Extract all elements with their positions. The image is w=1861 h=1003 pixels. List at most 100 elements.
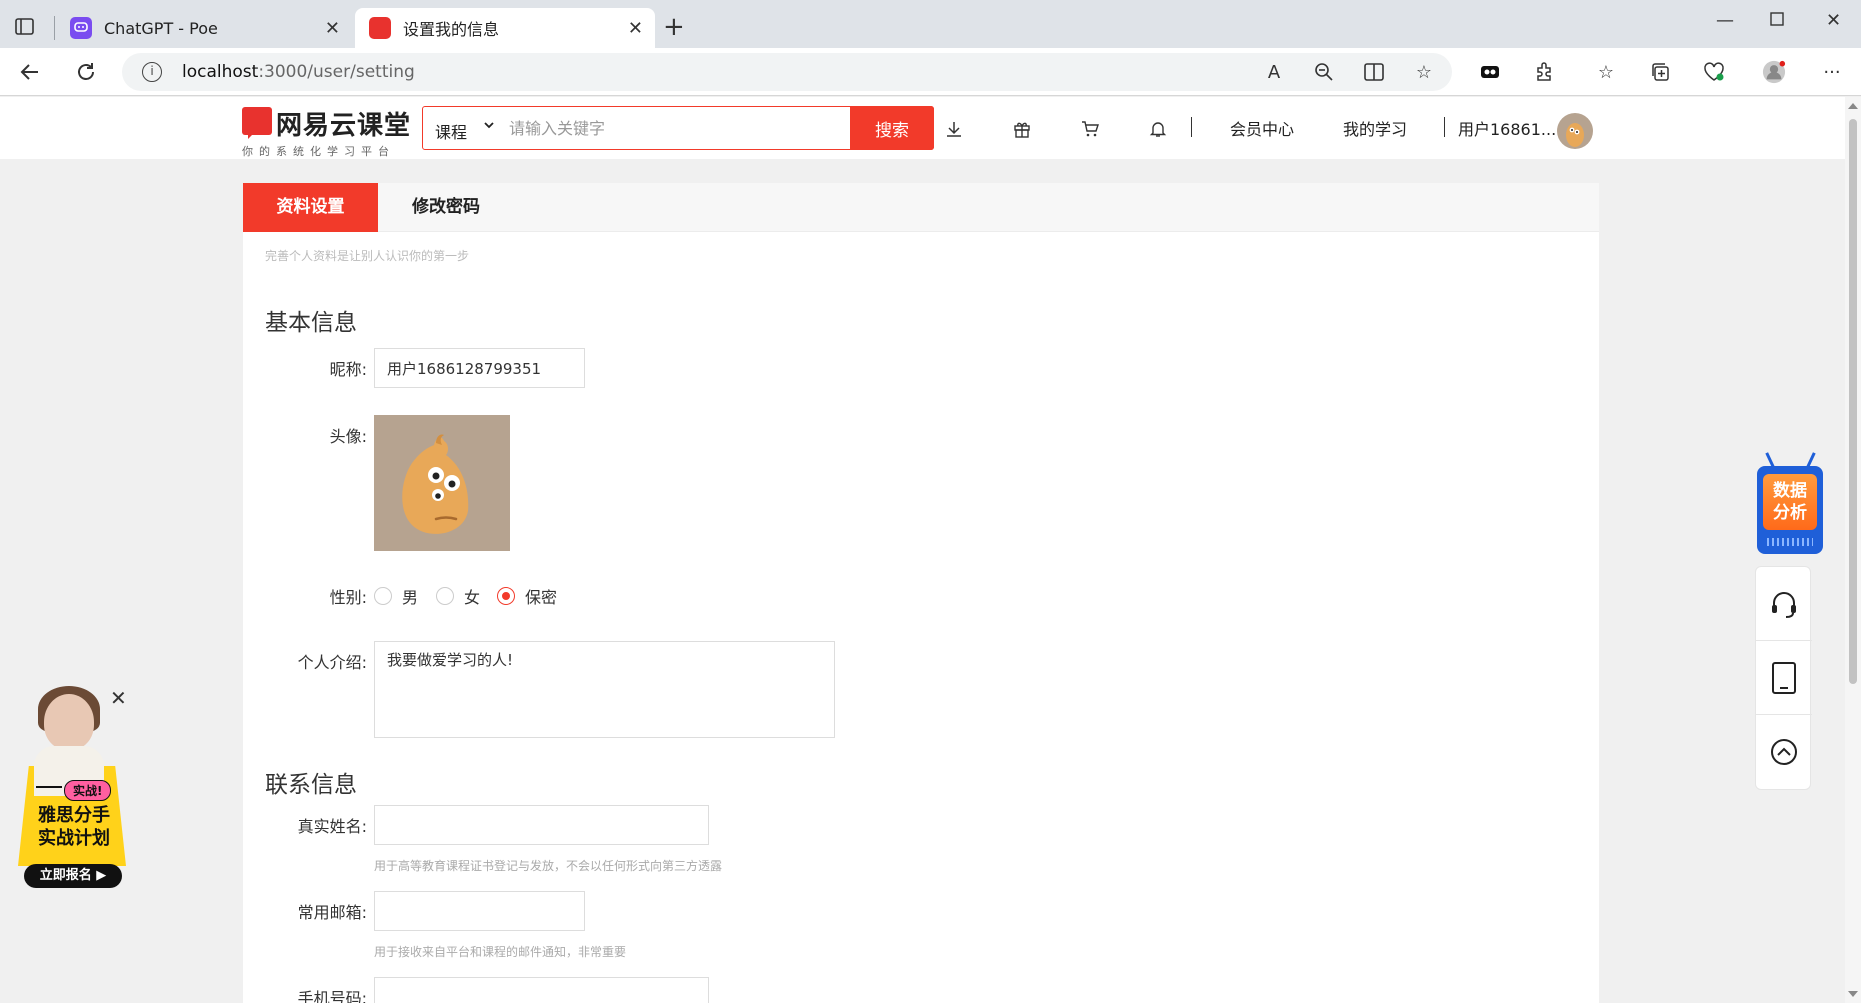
headset-icon bbox=[1772, 591, 1796, 618]
cart-icon[interactable] bbox=[1078, 117, 1102, 141]
data-analysis-badge[interactable]: 数据 分析 bbox=[1755, 452, 1825, 556]
email-label: 常用邮箱: bbox=[297, 903, 367, 922]
badge-text: 数据 bbox=[1773, 481, 1807, 501]
chevron-down-icon[interactable] bbox=[483, 119, 495, 134]
radio-label: 女 bbox=[464, 588, 481, 607]
back-to-top-button[interactable] bbox=[1756, 715, 1812, 789]
minimize-icon[interactable]: — bbox=[1716, 10, 1734, 31]
settings-tabs: 资料设置 修改密码 bbox=[243, 183, 1599, 232]
extension-icon[interactable] bbox=[1478, 60, 1502, 84]
basic-info-title: 基本信息 bbox=[265, 310, 357, 336]
collections-icon[interactable] bbox=[1648, 60, 1672, 84]
realname-hint: 用于高等教育课程证书登记与发放，不会以任何形式向第三方透露 bbox=[374, 859, 723, 873]
ad-title: 雅思分手 实战计划 bbox=[24, 804, 124, 850]
gender-option-male[interactable]: 男 bbox=[374, 584, 418, 608]
bio-textarea[interactable]: 我要做爱学习的人! bbox=[374, 641, 835, 738]
netease-favicon-icon bbox=[369, 17, 391, 39]
nickname-input[interactable] bbox=[374, 348, 585, 388]
tablet-app-button[interactable] bbox=[1756, 641, 1812, 715]
search-button[interactable]: 搜索 bbox=[850, 106, 934, 150]
gender-option-female[interactable]: 女 bbox=[436, 584, 480, 608]
arrow-right-icon bbox=[36, 786, 62, 788]
new-tab-icon[interactable]: + bbox=[663, 12, 685, 42]
favorites-icon[interactable]: ☆ bbox=[1594, 60, 1618, 84]
site-header: 网易云课堂 你的系统化学习平台 课程 搜索 会员中心 我的学习 用户16861.… bbox=[0, 97, 1845, 159]
scroll-up-icon[interactable] bbox=[1848, 103, 1858, 109]
logo-slogan: 你的系统化学习平台 bbox=[242, 145, 395, 158]
search-category[interactable]: 课程 bbox=[435, 119, 467, 143]
read-aloud-icon[interactable]: A bbox=[1262, 60, 1286, 84]
search-input[interactable] bbox=[509, 115, 829, 141]
email-input[interactable] bbox=[374, 891, 585, 931]
tablet-icon bbox=[1772, 661, 1796, 694]
favorite-star-icon[interactable]: ☆ bbox=[1412, 60, 1436, 84]
logo-mark-icon bbox=[242, 107, 272, 139]
badge-stripes bbox=[1767, 538, 1813, 546]
email-hint: 用于接收来自平台和课程的邮件通知，非常重要 bbox=[374, 945, 627, 959]
close-tab-icon[interactable]: ✕ bbox=[628, 18, 643, 39]
poe-favicon-icon bbox=[70, 17, 92, 39]
back-icon[interactable] bbox=[16, 58, 44, 86]
profile-hint: 完善个人资料是让别人认识你的第一步 bbox=[265, 249, 470, 263]
profile-avatar-icon[interactable] bbox=[1762, 60, 1786, 84]
floating-toolbar bbox=[1755, 566, 1812, 790]
split-screen-icon[interactable] bbox=[1362, 60, 1386, 84]
realname-label: 真实姓名: bbox=[297, 817, 367, 836]
extensions-puzzle-icon[interactable] bbox=[1532, 60, 1556, 84]
radio-button[interactable] bbox=[374, 587, 392, 605]
user-avatar[interactable] bbox=[1557, 113, 1593, 149]
my-learning-link[interactable]: 我的学习 bbox=[1343, 116, 1407, 140]
badge-screen: 数据 分析 bbox=[1763, 474, 1817, 530]
more-menu-icon[interactable]: ··· bbox=[1820, 60, 1844, 84]
ielts-ad[interactable]: 实战! 雅思分手 实战计划 立即报名 ▶ ✕ bbox=[16, 684, 130, 894]
page-scrollbar[interactable] bbox=[1845, 97, 1861, 1003]
customer-service-button[interactable] bbox=[1756, 567, 1812, 641]
ad-signup-button[interactable]: 立即报名 ▶ bbox=[24, 864, 122, 888]
address-bar[interactable]: i localhost:3000/user/setting A ☆ bbox=[122, 53, 1452, 91]
ad-cta-label: 立即报名 bbox=[39, 868, 92, 883]
ad-person-face bbox=[44, 694, 94, 750]
realname-input[interactable] bbox=[374, 805, 709, 845]
scroll-down-icon[interactable] bbox=[1848, 991, 1858, 997]
arrow-up-circle-icon bbox=[1771, 739, 1797, 765]
gender-option-secret[interactable]: 保密 bbox=[497, 584, 557, 608]
search-bar: 课程 搜索 bbox=[422, 106, 934, 150]
browser-tab-bar: ChatGPT - Poe ✕ 设置我的信息 ✕ + — ✕ bbox=[0, 0, 1861, 48]
settings-card: 资料设置 修改密码 完善个人资料是让别人认识你的第一步 基本信息 昵称: 头像:… bbox=[243, 183, 1599, 1003]
avatar-image[interactable] bbox=[374, 415, 510, 551]
tab-change-password[interactable]: 修改密码 bbox=[378, 183, 514, 232]
scrollbar-thumb[interactable] bbox=[1849, 119, 1857, 684]
health-icon[interactable] bbox=[1702, 60, 1726, 84]
avatar-label: 头像: bbox=[329, 427, 367, 446]
radio-button-selected[interactable] bbox=[497, 587, 515, 605]
ad-title-line: 雅思分手 bbox=[38, 805, 110, 826]
maximize-icon[interactable] bbox=[1770, 10, 1784, 31]
site-info-icon[interactable]: i bbox=[142, 62, 162, 82]
zoom-icon[interactable] bbox=[1312, 60, 1336, 84]
badge-text: 分析 bbox=[1773, 503, 1807, 523]
play-icon: ▶ bbox=[96, 868, 107, 883]
header-divider bbox=[1191, 117, 1192, 137]
tab-title: 设置我的信息 bbox=[403, 20, 500, 39]
tab-profile-settings[interactable]: 资料设置 bbox=[243, 183, 378, 232]
radio-label: 保密 bbox=[525, 588, 558, 607]
tab-title: ChatGPT - Poe bbox=[104, 18, 218, 38]
close-window-icon[interactable]: ✕ bbox=[1826, 10, 1841, 31]
gift-icon[interactable] bbox=[1010, 117, 1034, 141]
radio-button[interactable] bbox=[436, 587, 454, 605]
browser-tab-chatgpt[interactable]: ChatGPT - Poe ✕ bbox=[56, 8, 352, 48]
refresh-icon[interactable] bbox=[72, 58, 100, 86]
member-center-link[interactable]: 会员中心 bbox=[1230, 116, 1294, 140]
username-link[interactable]: 用户16861... bbox=[1458, 116, 1556, 140]
url-text[interactable]: localhost:3000/user/setting bbox=[182, 62, 415, 82]
ad-tag: 实战! bbox=[64, 780, 112, 801]
logo-name: 网易云课堂 bbox=[276, 111, 412, 141]
notification-bell-icon[interactable] bbox=[1146, 117, 1170, 141]
phone-input[interactable] bbox=[374, 977, 709, 1003]
ad-close-icon[interactable]: ✕ bbox=[110, 686, 127, 710]
download-icon[interactable] bbox=[942, 117, 966, 141]
ad-title-line: 实战计划 bbox=[38, 828, 110, 849]
browser-tab-settings[interactable]: 设置我的信息 ✕ bbox=[355, 8, 655, 48]
close-tab-icon[interactable]: ✕ bbox=[325, 18, 340, 39]
tab-actions-icon[interactable] bbox=[14, 16, 36, 38]
